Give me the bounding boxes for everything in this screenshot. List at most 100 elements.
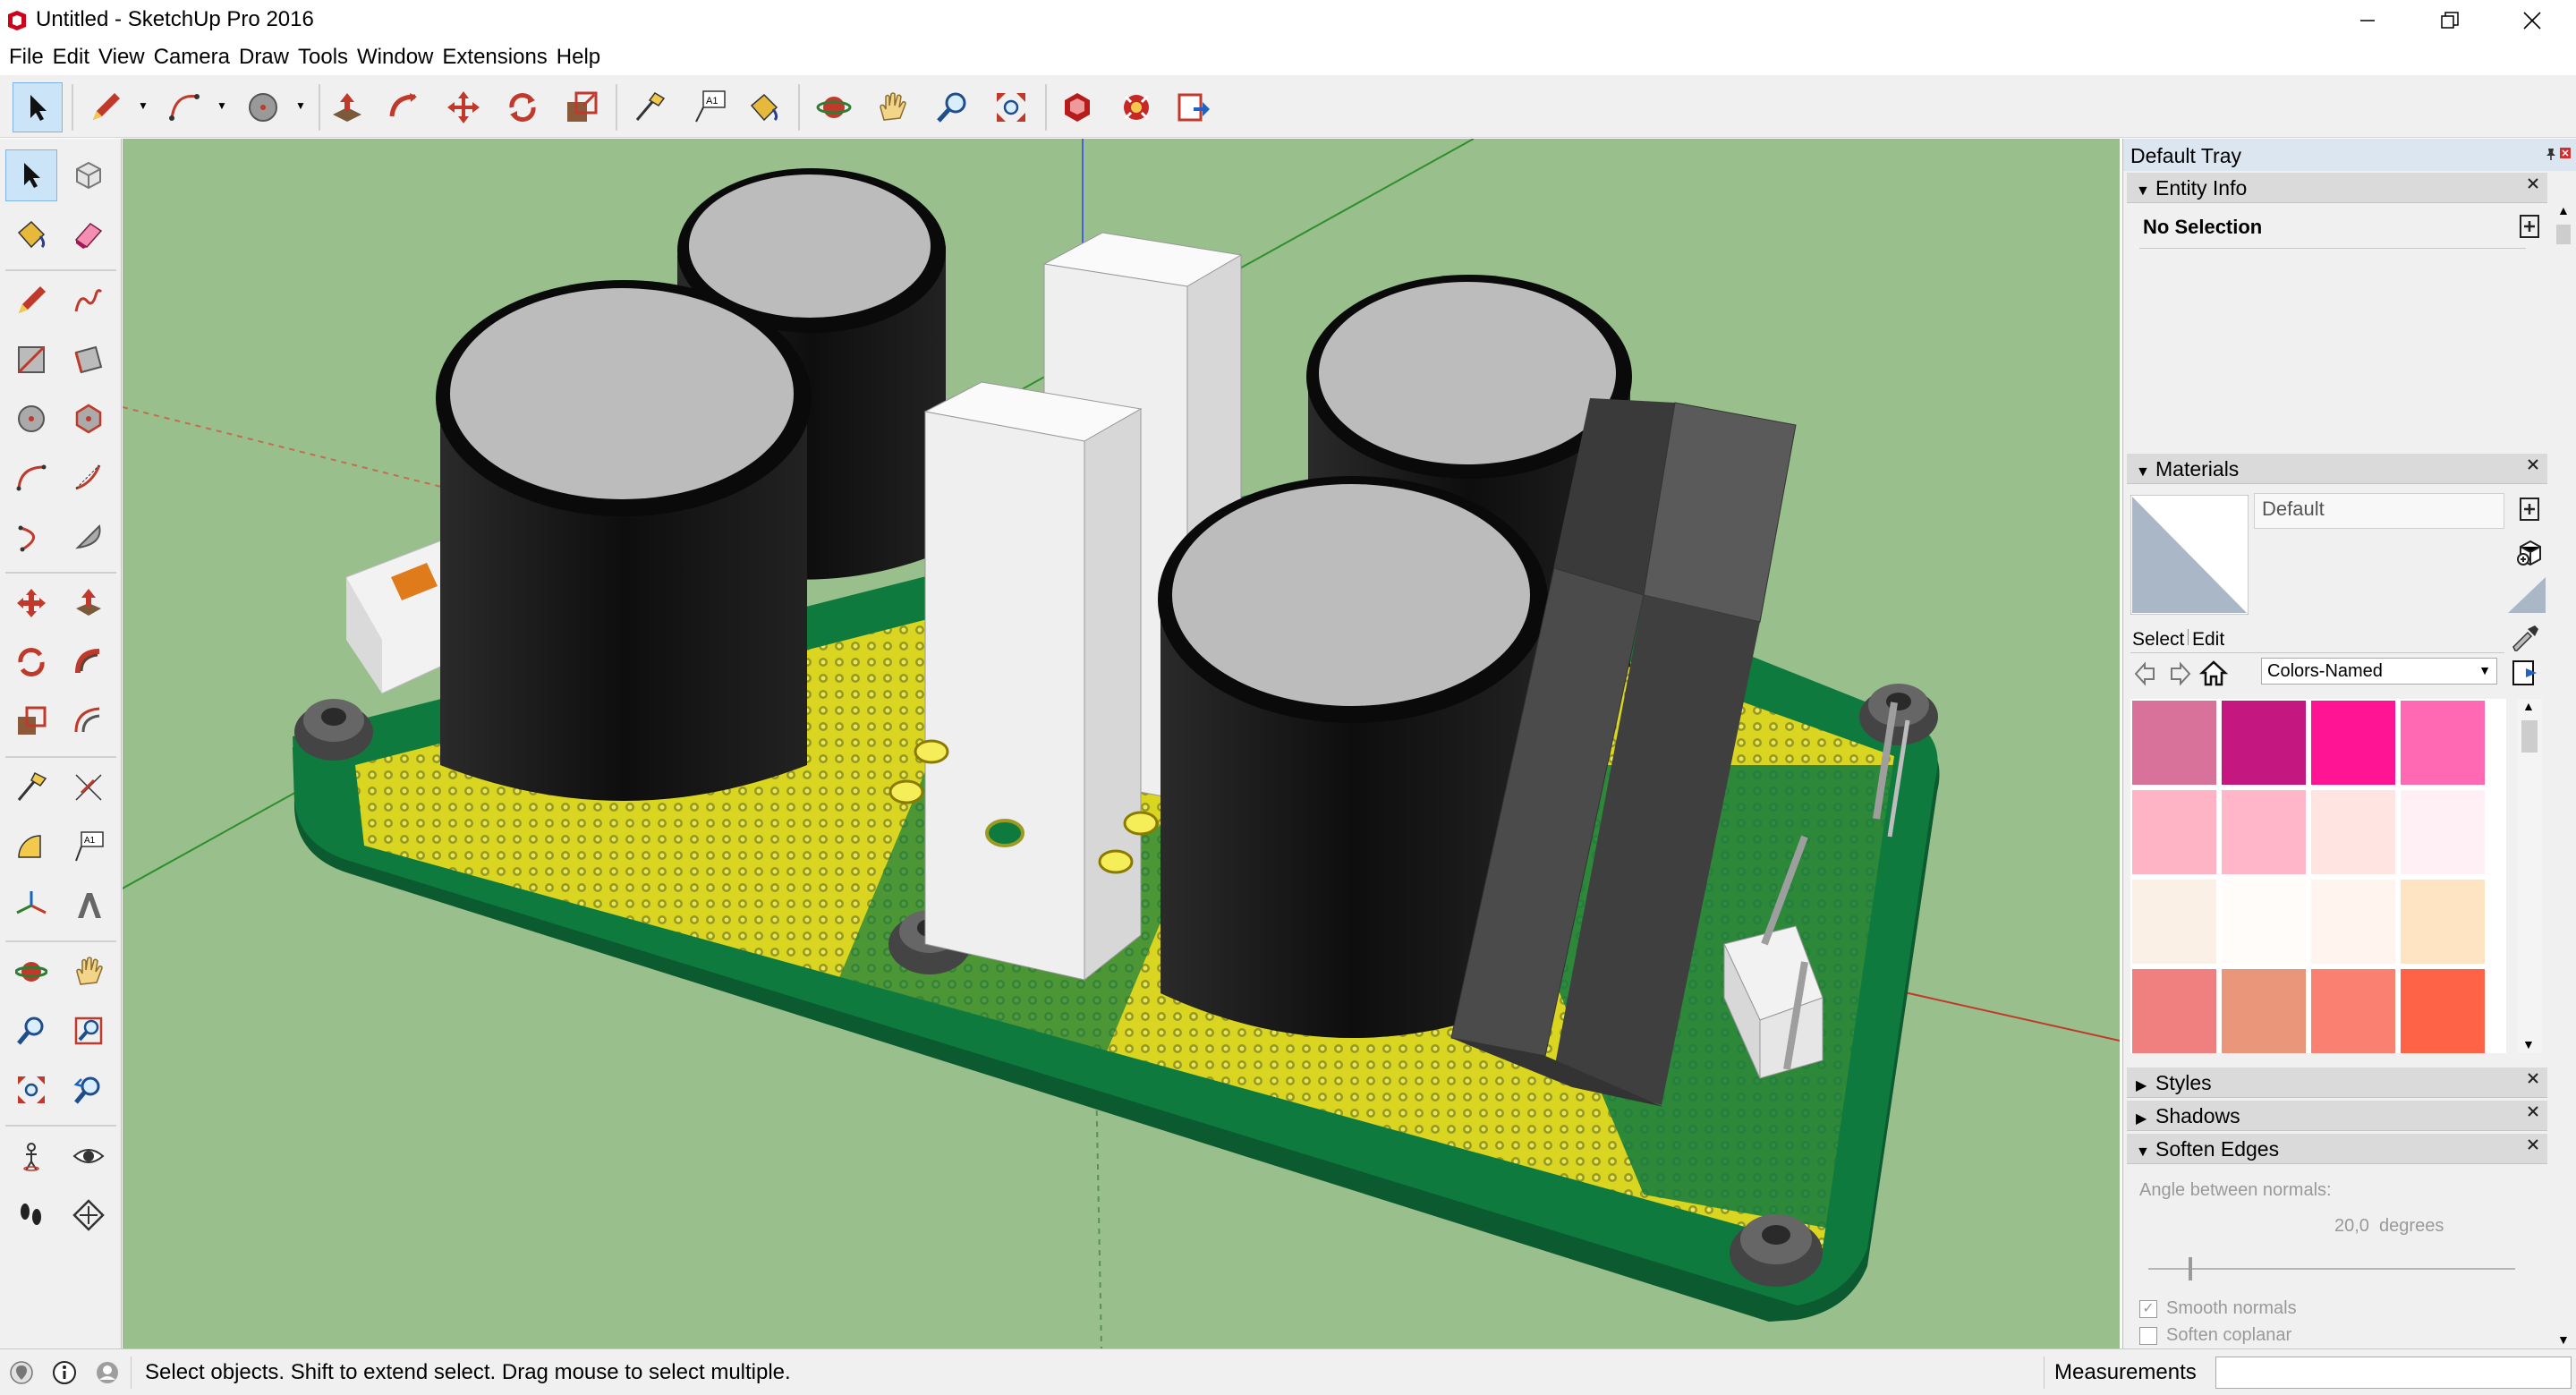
shape-tool-button[interactable]	[238, 82, 288, 132]
user-account-icon[interactable]	[95, 1360, 120, 1385]
orbit-button[interactable]	[809, 82, 859, 132]
material-library-select[interactable]: Colors-Named ▼	[2261, 658, 2497, 685]
material-swatch[interactable]	[2311, 701, 2395, 785]
circle-button[interactable]	[5, 393, 57, 445]
soften-edges-header[interactable]: ▼ Soften Edges	[2127, 1134, 2547, 1164]
menu-camera[interactable]: Camera	[150, 41, 235, 75]
angle-slider-thumb[interactable]	[2189, 1257, 2192, 1280]
soften-coplanar-checkbox[interactable]	[2139, 1327, 2157, 1345]
zoom-button[interactable]	[927, 82, 977, 132]
left-follow-me-button[interactable]	[63, 636, 115, 688]
send-to-layout-button[interactable]	[1169, 82, 1219, 132]
tape-measure-button[interactable]	[625, 82, 675, 132]
position-camera-button[interactable]	[5, 1130, 57, 1182]
swatch-scrollbar[interactable]: ▲ ▼	[2517, 699, 2542, 1053]
left-tape-measure-button[interactable]	[5, 761, 57, 813]
menu-view[interactable]: View	[95, 41, 150, 75]
material-swatch[interactable]	[2222, 969, 2306, 1053]
material-swatch[interactable]	[2222, 790, 2306, 874]
select-tool-button[interactable]	[13, 82, 63, 132]
rotated-rectangle-button[interactable]	[63, 334, 115, 386]
materials-header[interactable]: ▼ Materials	[2127, 454, 2547, 484]
zoom-window-button[interactable]	[63, 1005, 115, 1057]
scroll-thumb[interactable]	[2521, 720, 2538, 753]
follow-me-button[interactable]	[379, 82, 429, 132]
offset-button[interactable]	[63, 695, 115, 747]
3d-warehouse-button[interactable]	[1052, 82, 1102, 132]
geo-location-icon[interactable]	[9, 1360, 34, 1385]
left-pan-button[interactable]	[63, 946, 115, 998]
menu-edit[interactable]: Edit	[49, 41, 95, 75]
zoom-extents-button[interactable]	[986, 82, 1036, 132]
left-orbit-button[interactable]	[5, 946, 57, 998]
3d-text-button[interactable]	[63, 880, 115, 931]
tray-close-icon[interactable]	[2560, 148, 2571, 158]
shadows-header[interactable]: ▶ Shadows	[2127, 1101, 2547, 1131]
push-pull-button[interactable]	[322, 82, 372, 132]
shape-dropdown-caret[interactable]: ▼	[295, 100, 306, 111]
default-material-swatch-icon[interactable]	[2506, 575, 2547, 615]
previous-view-button[interactable]	[63, 1064, 115, 1116]
left-scale-button[interactable]	[5, 695, 57, 747]
arc-dropdown-caret[interactable]: ▼	[217, 100, 227, 111]
rectangle-button[interactable]	[5, 334, 57, 386]
forward-arrow-icon[interactable]	[2166, 661, 2191, 686]
material-swatch[interactable]	[2132, 790, 2216, 874]
materials-details-icon[interactable]	[2519, 497, 2540, 522]
materials-tab-select[interactable]: Select	[2132, 629, 2184, 651]
material-swatch[interactable]	[2132, 969, 2216, 1053]
eyedropper-icon[interactable]	[2510, 622, 2542, 654]
eraser-button[interactable]	[63, 208, 115, 260]
back-arrow-icon[interactable]	[2134, 661, 2159, 686]
material-swatch[interactable]	[2401, 969, 2485, 1053]
menu-tools[interactable]: Tools	[294, 41, 353, 75]
pin-icon[interactable]	[2546, 148, 2556, 160]
credits-info-icon[interactable]	[52, 1360, 77, 1385]
make-component-button[interactable]	[63, 149, 115, 201]
pan-button[interactable]	[868, 82, 918, 132]
minimize-button[interactable]	[2326, 0, 2409, 41]
move-tool-button[interactable]	[438, 82, 489, 132]
scroll-up-icon[interactable]: ▲	[2557, 203, 2570, 217]
material-swatch[interactable]	[2132, 701, 2216, 785]
left-move-button[interactable]	[5, 577, 57, 629]
walk-button[interactable]	[5, 1189, 57, 1241]
styles-header[interactable]: ▶ Styles	[2127, 1068, 2547, 1098]
home-icon[interactable]	[2198, 658, 2229, 688]
scroll-up-icon[interactable]: ▲	[2522, 699, 2535, 713]
dimension-button[interactable]	[63, 761, 115, 813]
line-dropdown-caret[interactable]: ▼	[138, 100, 149, 111]
material-name-field[interactable]: Default	[2254, 493, 2504, 529]
materials-tab-edit[interactable]: Edit	[2188, 629, 2224, 645]
panel-close-icon[interactable]	[2526, 1104, 2540, 1119]
arc-button[interactable]	[5, 452, 57, 504]
model-viewport[interactable]	[123, 139, 2120, 1348]
look-around-button[interactable]	[63, 1130, 115, 1182]
material-swatch[interactable]	[2401, 701, 2485, 785]
measurements-input[interactable]	[2215, 1357, 2572, 1389]
panel-close-icon[interactable]	[2526, 1137, 2540, 1152]
menu-extensions[interactable]: Extensions	[438, 41, 552, 75]
material-swatch[interactable]	[2222, 880, 2306, 964]
angle-slider-track[interactable]	[2148, 1268, 2515, 1270]
restore-button[interactable]	[2409, 0, 2491, 41]
line-tool-button[interactable]	[81, 82, 131, 132]
scale-tool-button[interactable]	[557, 82, 607, 132]
scroll-down-icon[interactable]: ▼	[2557, 1332, 2570, 1347]
material-swatch[interactable]	[2222, 701, 2306, 785]
left-text-button[interactable]: A1	[63, 821, 115, 872]
details-arrow-icon[interactable]	[2512, 659, 2540, 686]
menu-window[interactable]: Window	[353, 41, 438, 75]
material-swatch[interactable]	[2311, 880, 2395, 964]
left-push-pull-button[interactable]	[63, 577, 115, 629]
panel-close-icon[interactable]	[2526, 457, 2540, 472]
protractor-button[interactable]	[5, 821, 57, 872]
scroll-down-icon[interactable]: ▼	[2522, 1037, 2535, 1051]
entity-details-toggle-icon[interactable]	[2519, 214, 2540, 239]
rotate-tool-button[interactable]	[497, 82, 548, 132]
scroll-thumb[interactable]	[2556, 225, 2571, 244]
menu-help[interactable]: Help	[553, 41, 606, 75]
left-line-button[interactable]	[5, 275, 57, 327]
menu-file[interactable]: File	[5, 41, 49, 75]
arc-tool-button[interactable]	[159, 82, 209, 132]
